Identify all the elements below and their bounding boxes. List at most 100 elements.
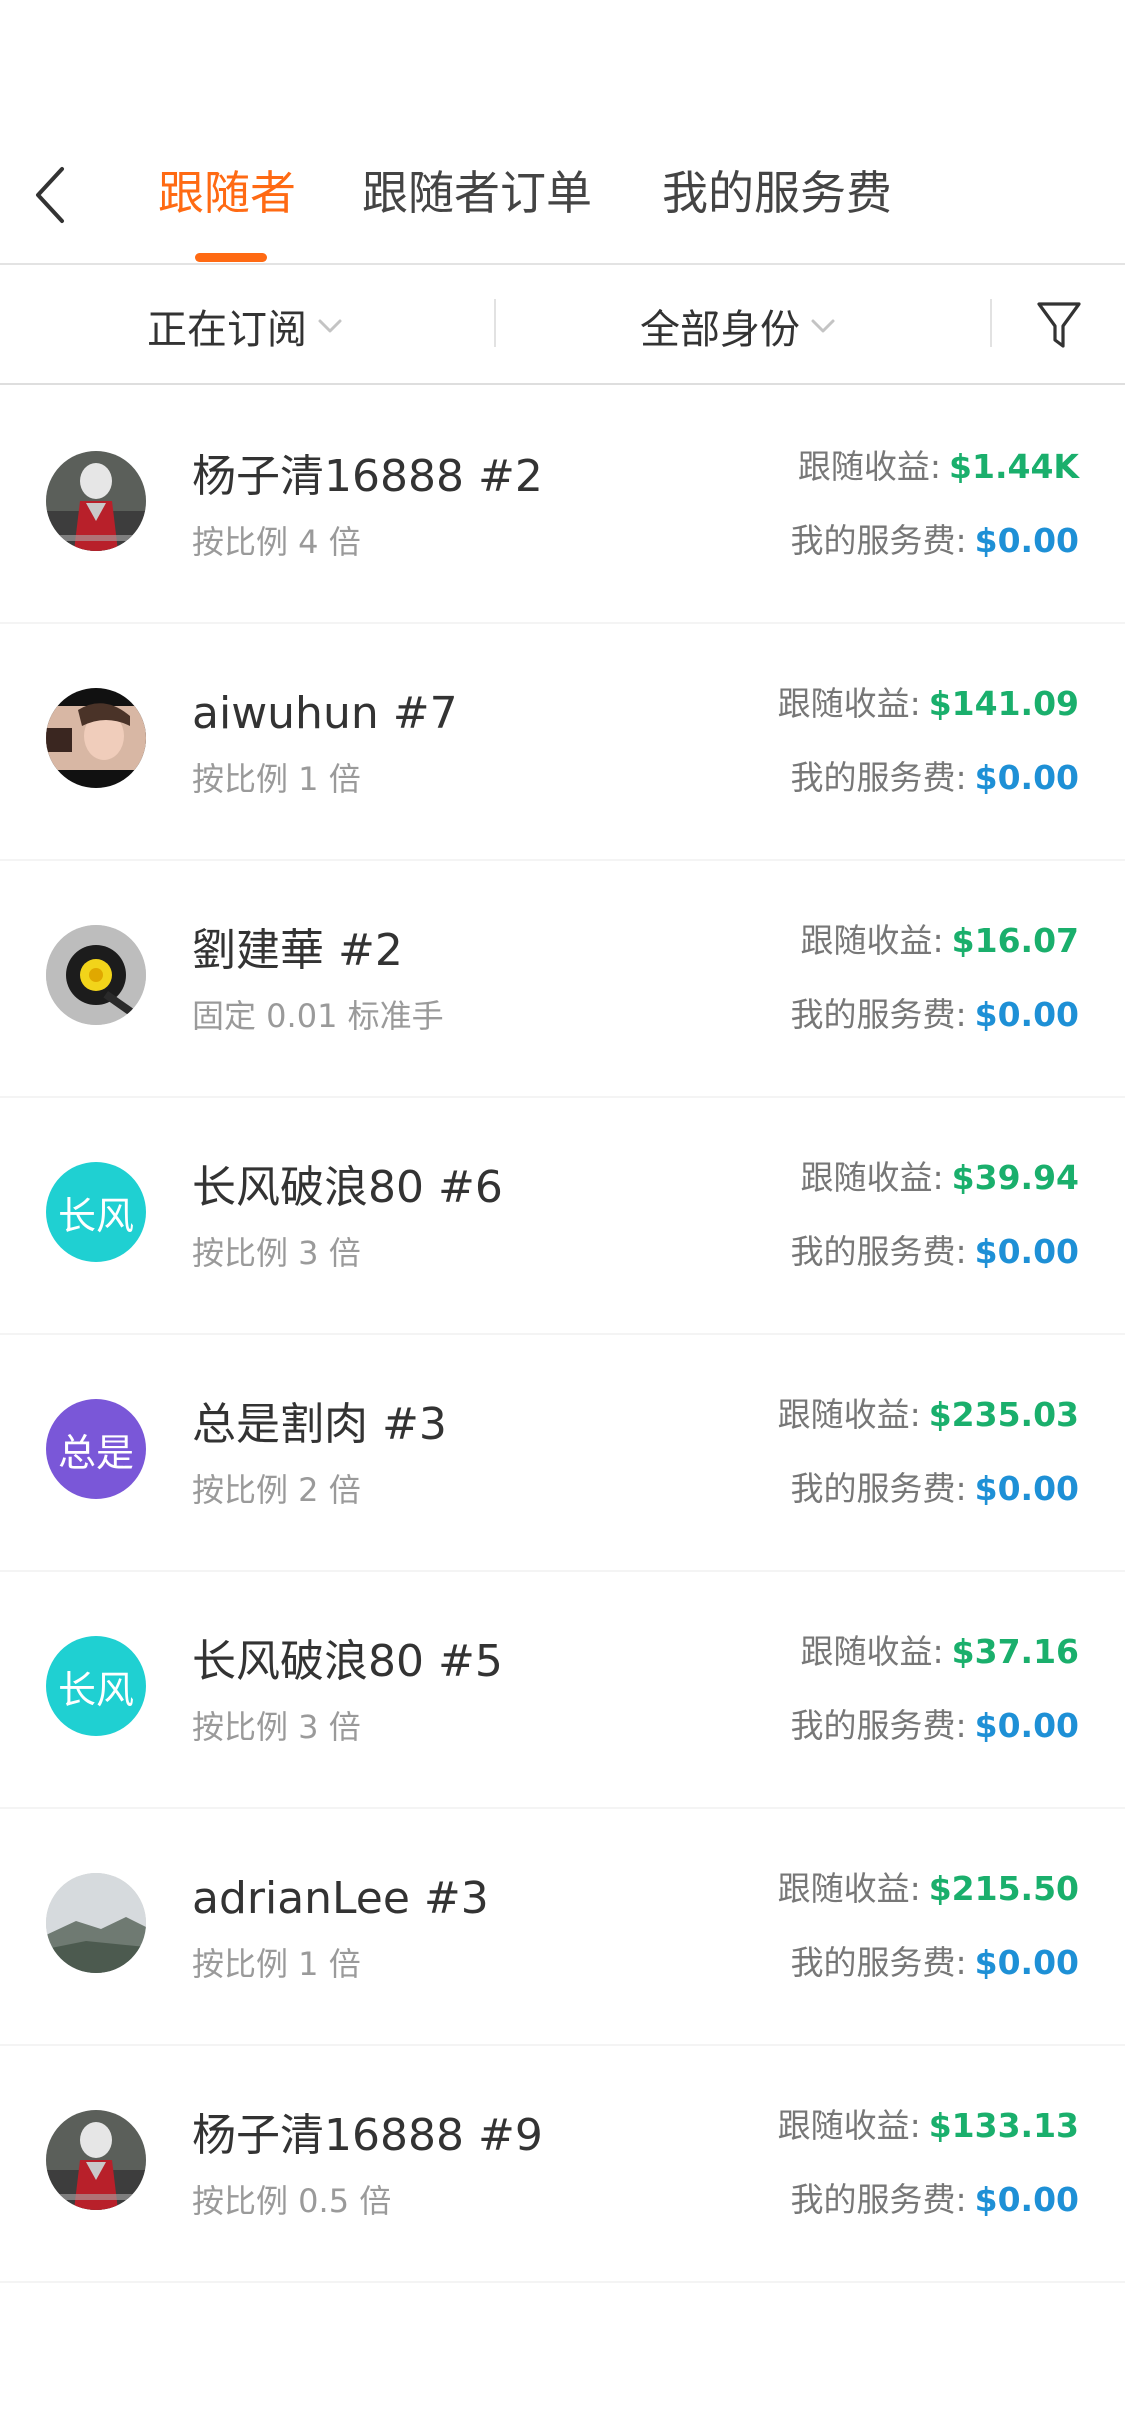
earnings-line: 跟随收益: $39.94 — [801, 1154, 1079, 1202]
fee-value: $0.00 — [974, 1232, 1079, 1271]
subscription-filter-dropdown[interactable]: 正在订阅 — [147, 267, 343, 385]
avatar: 总是 — [46, 1399, 146, 1499]
avatar-initials: 长风 — [57, 1667, 134, 1712]
follower-row[interactable]: aiwuhun #7 按比例 1 倍 跟随收益: $141.09 我的服务费: $0.00 — [0, 624, 1125, 861]
chevron-down-icon — [317, 318, 343, 334]
earnings-line: 跟随收益: $235.03 — [778, 1391, 1079, 1439]
filter-button[interactable] — [1034, 294, 1084, 354]
fee-label: 我的服务费: — [790, 1943, 967, 1982]
avatar — [46, 451, 146, 551]
follow-ratio: 按比例 3 倍 — [192, 1708, 361, 1746]
earnings-line: 跟随收益: $16.07 — [801, 917, 1079, 965]
avatar — [46, 925, 146, 1025]
fee-line: 我的服务费: $0.00 — [790, 517, 1079, 565]
chevron-down-icon — [810, 318, 836, 334]
follower-name: 长风破浪80 #6 — [192, 1162, 503, 1213]
earnings-line: 跟随收益: $141.09 — [778, 680, 1079, 728]
follower-row[interactable]: 劉建華 #2 固定 0.01 标准手 跟随收益: $16.07 我的服务费: $0.00 — [0, 861, 1125, 1098]
earnings-value: $16.07 — [951, 921, 1079, 960]
identity-filter-dropdown[interactable]: 全部身份 — [640, 267, 836, 385]
earnings-label: 跟随收益: — [777, 1395, 921, 1434]
earnings-line: 跟随收益: $133.13 — [778, 2102, 1079, 2150]
fee-value: $0.00 — [974, 1706, 1079, 1745]
earnings-label: 跟随收益: — [777, 684, 921, 723]
active-tab-indicator — [195, 253, 267, 262]
fee-line: 我的服务费: $0.00 — [790, 1939, 1079, 1987]
fee-label: 我的服务费: — [790, 1232, 967, 1271]
subscription-filter-label: 正在订阅 — [147, 307, 307, 353]
portrait-photo-icon — [46, 688, 146, 788]
funnel-icon — [1037, 302, 1081, 348]
fee-line: 我的服务费: $0.00 — [790, 991, 1079, 1039]
avatar: 长风 — [46, 1636, 146, 1736]
earnings-value: $215.50 — [928, 1869, 1079, 1908]
earnings-value: $37.16 — [951, 1632, 1079, 1671]
earnings-value: $133.13 — [928, 2106, 1079, 2145]
fee-line: 我的服务费: $0.00 — [790, 2176, 1079, 2224]
avatar — [46, 1873, 146, 1973]
earnings-label: 跟随收益: — [800, 1632, 944, 1671]
fee-value: $0.00 — [974, 2180, 1079, 2219]
fee-label: 我的服务费: — [790, 1469, 967, 1508]
fee-line: 我的服务费: $0.00 — [790, 754, 1079, 802]
tab-follower-orders[interactable]: 跟随者订单 — [362, 158, 592, 228]
follower-row[interactable]: 长风 长风破浪80 #5 按比例 3 倍 跟随收益: $37.16 我的服务费: $0.00 — [0, 1572, 1125, 1809]
avatar — [46, 688, 146, 788]
fee-value: $0.00 — [974, 995, 1079, 1034]
flower-photo-icon — [46, 925, 146, 1025]
follow-ratio: 按比例 1 倍 — [192, 1945, 361, 1983]
top-nav: 跟随者 跟随者订单 我的服务费 — [0, 0, 1125, 265]
follower-name: 劉建華 #2 — [192, 925, 403, 976]
fee-value: $0.00 — [974, 1469, 1079, 1508]
fee-line: 我的服务费: $0.00 — [790, 1465, 1079, 1513]
follow-ratio: 按比例 1 倍 — [192, 760, 361, 798]
earnings-value: $141.09 — [928, 684, 1079, 723]
follow-ratio: 按比例 3 倍 — [192, 1234, 361, 1272]
fee-label: 我的服务费: — [790, 758, 967, 797]
follower-list: 杨子清16888 #2 按比例 4 倍跟随收益: $1.44K 我的服务费: $0.00… — [0, 387, 1125, 2283]
hero-photo-icon — [46, 2110, 146, 2210]
earnings-value: $1.44K — [949, 447, 1079, 486]
follower-row[interactable]: 杨子清16888 #2 按比例 4 倍 跟随收益: $1.44K 我的服务费: $0.00 — [0, 387, 1125, 624]
chevron-left-icon — [36, 167, 64, 223]
filter-bar: 正在订阅 全部身份 — [0, 267, 1125, 385]
tab-followers[interactable]: 跟随者 — [158, 158, 296, 228]
earnings-value: $39.94 — [951, 1158, 1079, 1197]
follower-name: 长风破浪80 #5 — [192, 1636, 503, 1687]
earnings-line: 跟随收益: $1.44K — [798, 443, 1079, 491]
filter-divider — [990, 299, 992, 347]
earnings-label: 跟随收益: — [800, 1158, 944, 1197]
avatar-initials: 长风 — [57, 1193, 134, 1238]
follower-name: 杨子清16888 #9 — [192, 2110, 543, 2161]
follow-ratio: 固定 0.01 标准手 — [192, 997, 444, 1035]
follower-row[interactable]: 杨子清16888 #9 按比例 0.5 倍 跟随收益: $133.13 我的服务费: $0… — [0, 2046, 1125, 2283]
fee-value: $0.00 — [974, 758, 1079, 797]
back-button[interactable] — [20, 150, 80, 240]
fee-value: $0.00 — [974, 521, 1079, 560]
avatar-initials: 总是 — [57, 1430, 134, 1475]
avatar — [46, 2110, 146, 2210]
fee-line: 我的服务费: $0.00 — [790, 1228, 1079, 1276]
hero-photo-icon — [46, 451, 146, 551]
follow-ratio: 按比例 2 倍 — [192, 1471, 361, 1509]
follower-row[interactable]: 总是 总是割肉 #3 按比例 2 倍 跟随收益: $235.03 我的服务费: $0.00 — [0, 1335, 1125, 1572]
earnings-line: 跟随收益: $37.16 — [801, 1628, 1079, 1676]
earnings-label: 跟随收益: — [797, 447, 942, 486]
identity-filter-label: 全部身份 — [640, 307, 800, 353]
avatar: 长风 — [46, 1162, 146, 1262]
fee-value: $0.00 — [974, 1943, 1079, 1982]
follower-row[interactable]: 长风 长风破浪80 #6 按比例 3 倍 跟随收益: $39.94 我的服务费: $0.00 — [0, 1098, 1125, 1335]
fee-label: 我的服务费: — [790, 995, 967, 1034]
follower-name: adrianLee #3 — [192, 1873, 489, 1924]
fee-label: 我的服务费: — [790, 1706, 967, 1745]
follower-row[interactable]: adrianLee #3 按比例 1 倍 跟随收益: $215.50 我的服务费: $0.… — [0, 1809, 1125, 2046]
follower-name: aiwuhun #7 — [192, 688, 458, 739]
mountain-photo-icon — [46, 1873, 146, 1973]
fee-line: 我的服务费: $0.00 — [790, 1702, 1079, 1750]
follow-ratio: 按比例 0.5 倍 — [192, 2182, 392, 2220]
follower-name: 总是割肉 #3 — [192, 1399, 447, 1450]
follower-name: 杨子清16888 #2 — [192, 451, 543, 502]
tab-my-service-fee[interactable]: 我的服务费 — [662, 158, 892, 228]
fee-label: 我的服务费: — [790, 521, 967, 560]
earnings-label: 跟随收益: — [800, 921, 944, 960]
